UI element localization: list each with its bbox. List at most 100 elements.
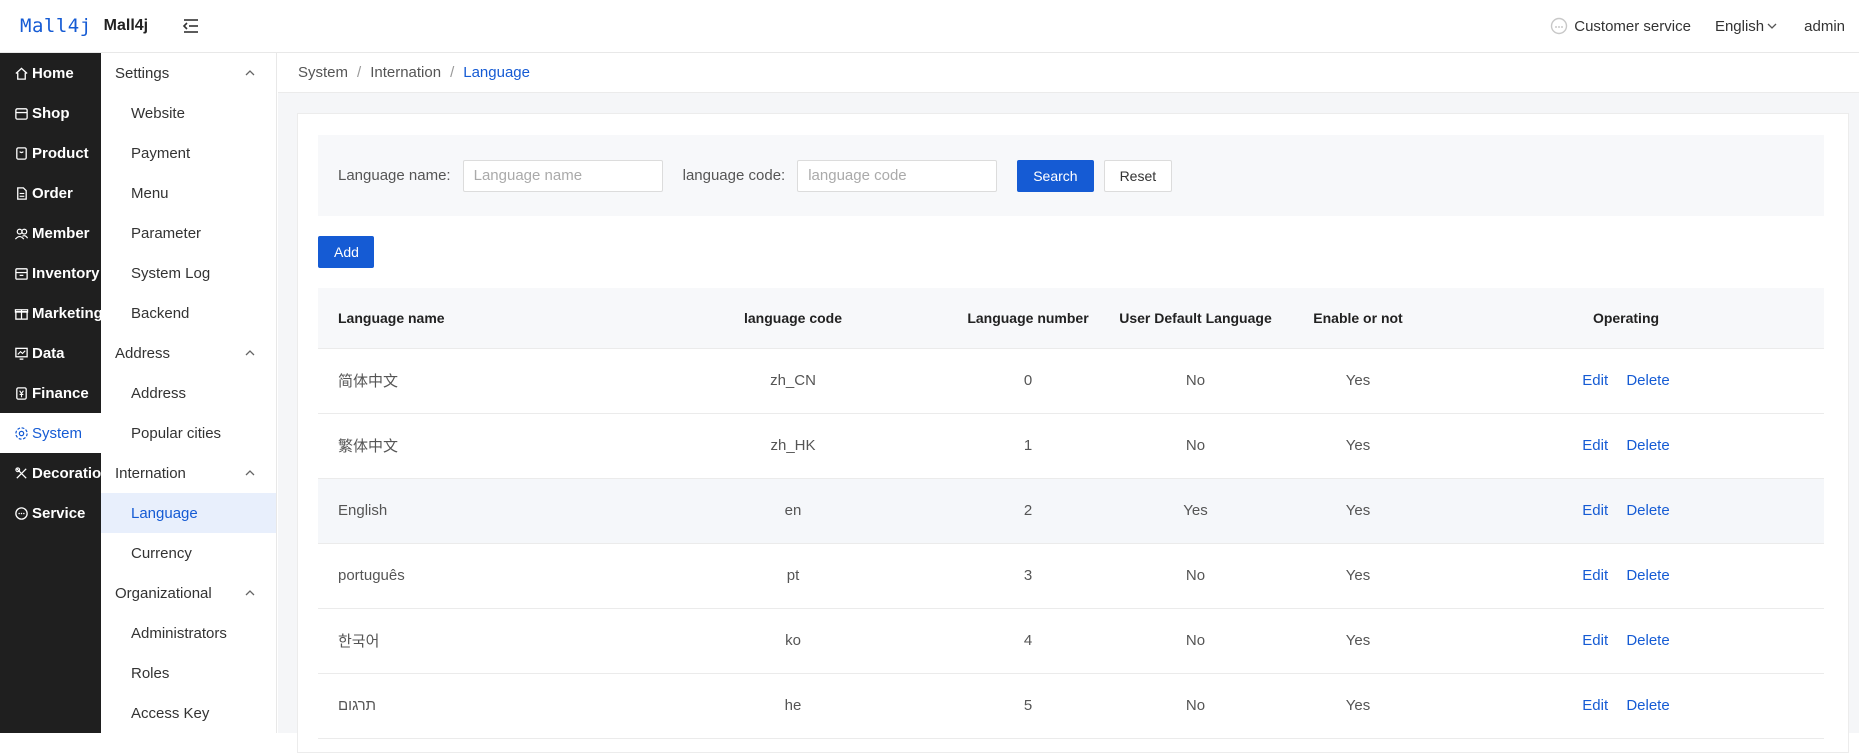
cell-enabled: Yes bbox=[1288, 413, 1428, 479]
cell-language-code: en bbox=[633, 478, 953, 544]
delete-button[interactable]: Delete bbox=[1626, 372, 1669, 389]
edit-button[interactable]: Edit bbox=[1582, 697, 1608, 714]
cell-default-language: No bbox=[1103, 348, 1288, 414]
cell-enabled: Yes bbox=[1288, 673, 1428, 739]
customer-service-link[interactable]: Customer service bbox=[1550, 17, 1691, 35]
nav-label: Product bbox=[32, 144, 89, 162]
cell-language-code: zh_HK bbox=[633, 413, 953, 479]
submenu-item-currency[interactable]: Currency bbox=[101, 533, 276, 573]
cell-enabled: Yes bbox=[1288, 478, 1428, 544]
submenu-group-label: Organizational bbox=[115, 584, 212, 602]
content-card: Language name: language code: Search Res… bbox=[297, 113, 1849, 753]
cell-language-number: 4 bbox=[953, 608, 1103, 674]
cell-language-name: 繁体中文 bbox=[318, 413, 633, 479]
logo[interactable]: Mall4j Mall4j bbox=[0, 15, 175, 37]
submenu-item-system-log[interactable]: System Log bbox=[101, 253, 276, 293]
breadcrumb-system[interactable]: System bbox=[298, 64, 348, 81]
edit-button[interactable]: Edit bbox=[1582, 502, 1608, 519]
collapse-menu-button[interactable] bbox=[177, 12, 205, 40]
submenu-group-label: Settings bbox=[115, 64, 170, 82]
cell-language-number: 3 bbox=[953, 543, 1103, 609]
cell-default-language: No bbox=[1103, 673, 1288, 739]
submenu-item-roles[interactable]: Roles bbox=[101, 653, 276, 693]
submenu-item-menu[interactable]: Menu bbox=[101, 173, 276, 213]
breadcrumb-separator: / bbox=[357, 64, 362, 81]
nav-item-member[interactable]: Member bbox=[0, 213, 101, 253]
cell-language-code: pt bbox=[633, 543, 953, 609]
cell-language-name: English bbox=[318, 478, 633, 544]
search-button[interactable]: Search bbox=[1017, 159, 1094, 192]
delete-button[interactable]: Delete bbox=[1626, 632, 1669, 649]
nav-item-finance[interactable]: Finance bbox=[0, 373, 101, 413]
customer-service-icon bbox=[1551, 17, 1568, 35]
nav-item-system[interactable]: System bbox=[0, 413, 101, 453]
reset-button[interactable]: Reset bbox=[1103, 159, 1173, 192]
product-icon bbox=[16, 146, 27, 160]
add-button[interactable]: Add bbox=[318, 236, 374, 268]
chevron-up-icon bbox=[245, 470, 255, 476]
cell-language-name: 简体中文 bbox=[318, 348, 633, 414]
cell-operating: Edit Delete bbox=[1428, 673, 1824, 739]
chevron-down-icon bbox=[1767, 23, 1777, 29]
delete-button[interactable]: Delete bbox=[1626, 437, 1669, 454]
breadcrumb-internation[interactable]: Internation bbox=[370, 64, 441, 81]
language-table: Language name language code Language num… bbox=[318, 288, 1824, 739]
edit-button[interactable]: Edit bbox=[1582, 372, 1608, 389]
language-dropdown[interactable]: English bbox=[1715, 18, 1778, 35]
submenu-item-parameter[interactable]: Parameter bbox=[101, 213, 276, 253]
cell-enabled: Yes bbox=[1288, 348, 1428, 414]
nav-item-home[interactable]: Home bbox=[0, 53, 101, 93]
nav-label: Inventory bbox=[32, 264, 100, 282]
submenu-item-website[interactable]: Website bbox=[101, 93, 276, 133]
nav-item-decoration[interactable]: Decoration bbox=[0, 453, 110, 493]
submenu-group-settings[interactable]: Settings bbox=[101, 53, 276, 93]
submenu-group-organizational[interactable]: Organizational bbox=[101, 573, 276, 613]
delete-button[interactable]: Delete bbox=[1626, 697, 1669, 714]
submenu-item-payment[interactable]: Payment bbox=[101, 133, 276, 173]
finance-icon bbox=[16, 386, 27, 400]
table-row: 繁体中文 zh_HK 1 No Yes Edit Delete bbox=[318, 413, 1824, 479]
submenu-item-access-key[interactable]: Access Key bbox=[101, 693, 276, 733]
nav-label: Decoration bbox=[32, 464, 111, 482]
language-code-input[interactable] bbox=[797, 159, 998, 192]
column-header: Language name bbox=[318, 288, 633, 349]
edit-button[interactable]: Edit bbox=[1582, 437, 1608, 454]
cell-default-language: No bbox=[1103, 413, 1288, 479]
table-row: תרגום he 5 No Yes Edit Delete bbox=[318, 673, 1824, 739]
nav-item-product[interactable]: Product bbox=[0, 133, 101, 173]
main-content: System / Internation / Language Language… bbox=[278, 53, 1859, 753]
submenu-item-backend[interactable]: Backend bbox=[101, 293, 276, 333]
cell-language-code: ko bbox=[633, 608, 953, 674]
submenu-group-internation[interactable]: Internation bbox=[101, 453, 276, 493]
chevron-up-icon bbox=[245, 350, 255, 356]
cell-default-language: No bbox=[1103, 543, 1288, 609]
submenu-item-administrators[interactable]: Administrators bbox=[101, 613, 276, 653]
submenu-item-popular-cities[interactable]: Popular cities bbox=[101, 413, 276, 453]
cell-language-number: 0 bbox=[953, 348, 1103, 414]
language-name-input[interactable] bbox=[462, 159, 663, 192]
home-icon bbox=[15, 66, 28, 80]
nav-item-data[interactable]: Data bbox=[0, 333, 101, 373]
submenu-group-address[interactable]: Address bbox=[101, 333, 276, 373]
nav-label: Marketing bbox=[32, 304, 103, 322]
cell-language-code: zh_CN bbox=[633, 348, 953, 414]
submenu-item-language[interactable]: Language bbox=[101, 493, 276, 533]
cell-enabled: Yes bbox=[1288, 608, 1428, 674]
nav-item-inventory[interactable]: Inventory bbox=[0, 253, 101, 293]
edit-button[interactable]: Edit bbox=[1582, 632, 1608, 649]
top-header: Mall4j Mall4j Customer service English a… bbox=[0, 0, 1859, 53]
delete-button[interactable]: Delete bbox=[1626, 502, 1669, 519]
nav-item-service[interactable]: Service bbox=[0, 493, 101, 533]
nav-item-marketing[interactable]: Marketing bbox=[0, 293, 103, 333]
nav-item-order[interactable]: Order bbox=[0, 173, 101, 213]
edit-button[interactable]: Edit bbox=[1582, 567, 1608, 584]
nav-item-shop[interactable]: Shop bbox=[0, 93, 101, 133]
column-header: language code bbox=[633, 288, 953, 349]
user-menu[interactable]: admin bbox=[1804, 18, 1845, 35]
table-row: 한국어 ko 4 No Yes Edit Delete bbox=[318, 608, 1824, 674]
delete-button[interactable]: Delete bbox=[1626, 567, 1669, 584]
customer-service-label: Customer service bbox=[1574, 17, 1691, 35]
nav-label: Member bbox=[32, 224, 90, 242]
submenu-item-address[interactable]: Address bbox=[101, 373, 276, 413]
table-row: English en 2 Yes Yes Edit Delete bbox=[318, 478, 1824, 544]
